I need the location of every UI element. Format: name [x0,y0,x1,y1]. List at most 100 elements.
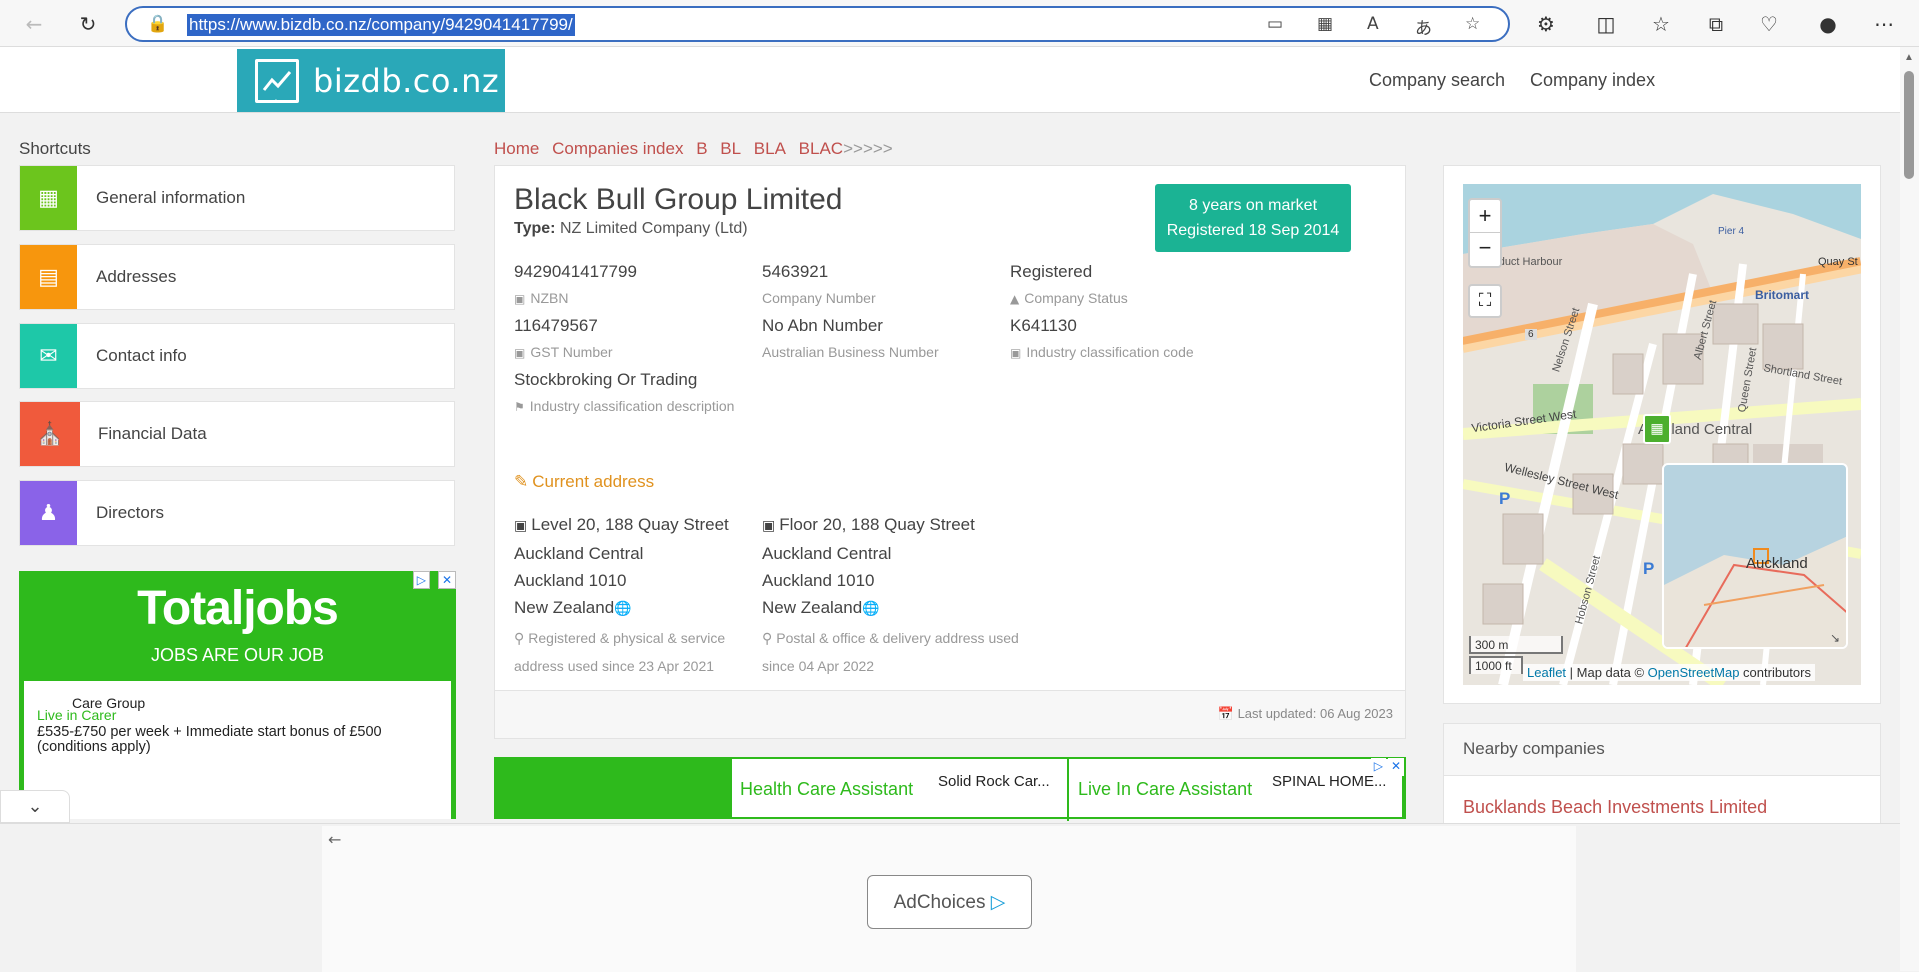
favorite-star-icon[interactable]: ☆ [1465,14,1480,34]
field-label: Company Number [762,290,876,306]
profile-icon[interactable]: ● [1812,8,1844,40]
grid-icon: ▦ [20,166,77,230]
address-postal: ▣ Floor 20, 188 Quay Street Auckland Cent… [762,511,1032,680]
adchoices-label: AdChoices [893,892,986,913]
zoom-control: + − [1468,198,1502,268]
address-registered: ▣ Level 20, 188 Quay Street Auckland Cent… [514,511,744,680]
document-icon: ▤ [20,245,77,309]
address-country: New Zealand [762,598,863,617]
breadcrumb-home[interactable]: Home [494,139,539,158]
breadcrumb-arrows: >>>>> [843,139,893,158]
site-logo[interactable]: bizdb.co.nz [237,49,505,112]
address-line: Auckland Central [762,544,892,563]
ad-info-icon[interactable]: ▷ [1370,758,1386,776]
ad-info-icon[interactable]: ▷ [412,571,430,589]
ad-company: Care Group [72,695,146,711]
address-bar[interactable]: 🔒 https://www.bizdb.co.nz/company/942904… [125,6,1510,42]
minimap-toggle-icon[interactable]: ↘ [1830,631,1840,645]
nearby-company-link[interactable]: Bucklands Beach Investments Limited [1463,797,1767,818]
field-industry-code: K641130 ▣ Industry classification code [1010,316,1194,360]
scroll-thumb[interactable] [1904,71,1914,179]
back-icon[interactable]: ← [18,8,50,40]
map-route-6: 6 [1525,329,1537,340]
zoom-out-button[interactable]: − [1470,233,1500,266]
field-value: Registered [1010,262,1093,281]
ad-job-1[interactable]: Health Care Assistant [740,779,913,800]
read-aloud-icon[interactable]: A [1367,14,1379,34]
adchoices-button[interactable]: AdChoices ▷ [867,875,1032,929]
address-note: Registered & physical & service address … [514,630,726,674]
lock-icon[interactable]: 🔒 [147,14,168,34]
current-address-label: Current address [532,472,655,491]
ad-job-desc: £535-£750 per week + Immediate start bon… [37,724,382,755]
apps-icon[interactable]: ▦ [1317,14,1333,34]
type-value: NZ Limited Company (Ltd) [559,220,748,237]
address-line: Floor 20, 188 Quay Street [779,515,975,534]
page-scrollbar[interactable]: ▲ [1900,47,1919,971]
tags-icon: ⚑ [514,400,525,414]
sidebar-item-contact-info[interactable]: ✉ Contact info [19,323,455,389]
minimap-label: Auckland [1746,555,1808,572]
field-label: Industry classification description [529,398,735,414]
ad-brand: Totaljobs [137,582,339,635]
scroll-up-icon[interactable]: ▲ [1904,52,1914,63]
address-line: Auckland 1010 [514,571,627,590]
id-card-icon: ▣ [762,518,776,534]
sidebar-item-financial-data[interactable]: ⛪ Financial Data [19,401,455,467]
ad-close-icon[interactable]: ✕ [437,571,456,589]
parking-icon: P [1499,489,1511,508]
health-icon[interactable]: ♡ [1753,8,1785,40]
collections-icon[interactable]: ⧉ [1700,8,1732,40]
ad-back-arrow-icon[interactable]: ← [328,830,341,849]
nearby-title: Nearby companies [1444,724,1880,776]
field-label: NZBN [530,290,569,306]
address-line: Auckland 1010 [762,571,875,590]
more-icon[interactable]: ⋯ [1868,8,1900,40]
field-label: Company Status [1024,290,1128,306]
parking-icon: P [1643,559,1655,578]
map-card: Viaduct Harbour Britomart Quay St Pier 4… [1443,165,1881,704]
leaflet-link[interactable]: Leaflet [1527,665,1566,680]
address-line: Level 20, 188 Quay Street [531,515,729,534]
ad-company-2: SPINAL HOME... [1272,773,1387,790]
minimap[interactable]: Auckland ↘ [1662,463,1848,649]
leaflet-map[interactable]: Viaduct Harbour Britomart Quay St Pier 4… [1463,184,1861,685]
shortcuts-title: Shortcuts [19,139,91,158]
ad-jobs-banner[interactable]: Health Care Assistant Solid Rock Car... … [494,757,1406,821]
device-icon[interactable]: ▭ [1267,14,1283,34]
translate-icon[interactable]: あ [1415,14,1432,39]
url-text[interactable]: https://www.bizdb.co.nz/company/94290414… [187,14,575,36]
breadcrumb-blac[interactable]: BLAC [799,139,843,158]
breadcrumb-companies-index[interactable]: Companies index [552,139,683,158]
nav-company-index[interactable]: Company index [1530,70,1655,91]
refresh-icon[interactable]: ↻ [72,8,104,40]
collapse-chevron-icon[interactable]: ⌄ [0,790,70,823]
sidebar-item-general-information[interactable]: ▦ General information [19,165,455,231]
breadcrumb-bla[interactable]: BLA [754,139,786,158]
sidebar-item-label: General information [96,188,246,207]
ad-totaljobs[interactable]: Totaljobs JOBS ARE OUR JOB ▷ ✕ Live in C… [19,571,456,819]
breadcrumb-b[interactable]: B [696,139,707,158]
osm-link[interactable]: OpenStreetMap [1648,665,1740,680]
split-screen-icon[interactable]: ◫ [1590,8,1622,40]
favorites-icon[interactable]: ☆ [1645,8,1677,40]
company-marker-icon[interactable]: ▦ [1643,414,1671,444]
edit-icon: ✎ [514,472,529,492]
breadcrumb-bl[interactable]: BL [720,139,741,158]
sidebar-item-directors[interactable]: ♟ Directors [19,480,455,546]
field-company-status: Registered ▲ Company Status [1010,262,1128,306]
map-marker-icon: ⚲ [514,631,525,647]
zoom-in-button[interactable]: + [1470,200,1500,233]
extensions-icon[interactable]: ⚙ [1530,8,1562,40]
browser-toolbar: ← ↻ 🔒 https://www.bizdb.co.nz/company/94… [0,0,1919,47]
sidebar-item-addresses[interactable]: ▤ Addresses [19,244,455,310]
chat-icon: ✉ [20,324,77,388]
type-label: Type: [514,220,556,237]
field-industry-desc: Stockbroking Or Trading ⚑ Industry classi… [514,370,734,414]
ad-jobs-listing[interactable]: Health Care Assistant Solid Rock Car... … [730,757,1404,821]
ad-close-icon[interactable]: ✕ [1387,758,1404,776]
ad-job-2[interactable]: Live In Care Assistant [1078,779,1252,800]
nav-company-search[interactable]: Company search [1369,70,1505,91]
sidebar-item-label: Addresses [96,267,177,286]
fullscreen-icon[interactable]: ⛶ [1468,284,1502,318]
